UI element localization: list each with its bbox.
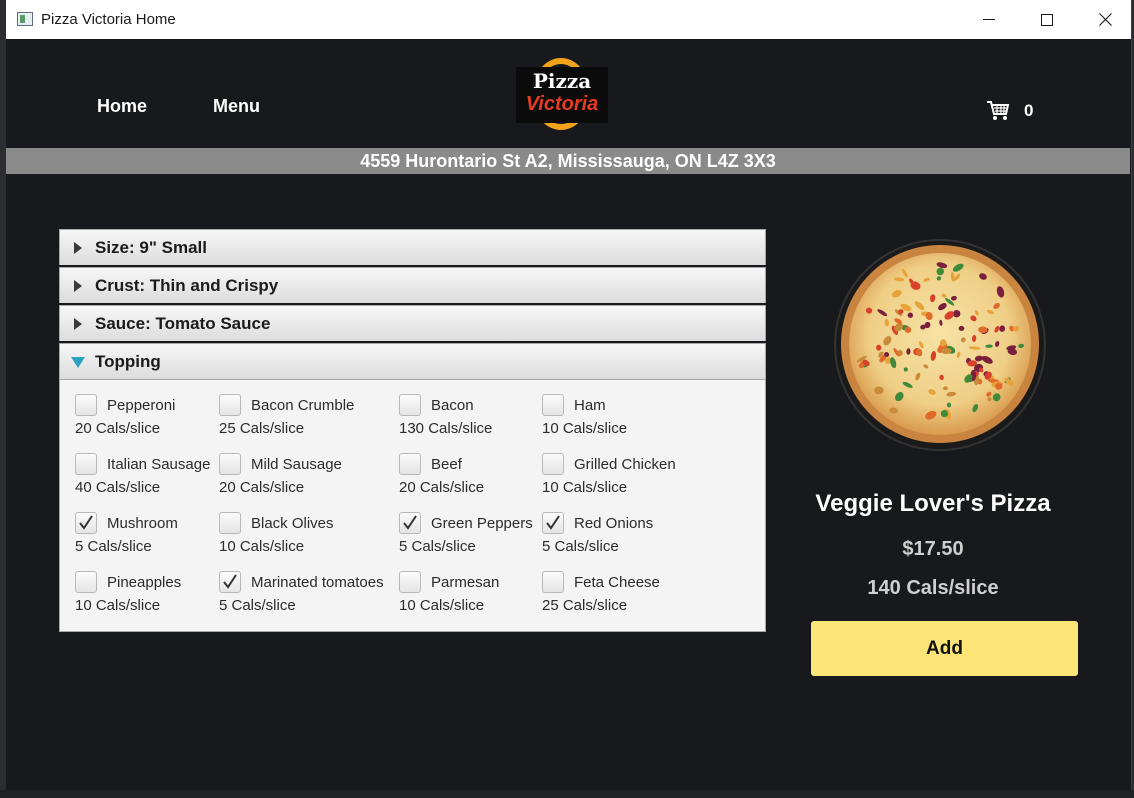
- topping-calories: 5 Cals/slice: [542, 538, 619, 555]
- checkmark-icon: [79, 515, 93, 530]
- collapsed-arrow-icon: [74, 242, 82, 254]
- topping-calories: 10 Cals/slice: [542, 479, 628, 496]
- topping-pane-header[interactable]: Topping: [59, 343, 766, 379]
- checkmark-icon: [546, 515, 560, 530]
- topping-name[interactable]: Pepperoni: [107, 397, 175, 414]
- maximize-icon: [1041, 13, 1053, 26]
- topping-name[interactable]: Bacon Crumble: [251, 397, 354, 414]
- title-bar: Pizza Victoria Home: [6, 0, 1131, 39]
- product-name: Veggie Lover's Pizza: [815, 490, 1051, 517]
- topping-checkbox[interactable]: [542, 453, 564, 475]
- topping-calories: 25 Cals/slice: [219, 420, 305, 437]
- collapsed-arrow-icon: [74, 280, 82, 292]
- add-to-cart-button[interactable]: Add: [811, 621, 1078, 676]
- topping-checkbox[interactable]: [542, 512, 564, 534]
- topping-checkbox[interactable]: [75, 571, 97, 593]
- close-button[interactable]: [1076, 0, 1134, 39]
- topping-name[interactable]: Beef: [431, 456, 462, 473]
- topping-item[interactable]: Ham 10 Cals/slice: [542, 394, 712, 444]
- product-calories: 140 Cals/slice: [867, 577, 999, 599]
- topping-item[interactable]: Feta Cheese 25 Cals/slice: [542, 571, 712, 621]
- maximize-button[interactable]: [1018, 0, 1076, 39]
- cart-icon[interactable]: [986, 100, 1010, 126]
- minimize-button[interactable]: [960, 0, 1018, 39]
- topping-name[interactable]: Feta Cheese: [574, 574, 660, 591]
- topping-checkbox[interactable]: [399, 512, 421, 534]
- pizza-options-accordion: Size: 9" Small Crust: Thin and Crispy Sa…: [59, 229, 766, 632]
- topping-calories: 10 Cals/slice: [399, 597, 485, 614]
- topping-checkbox[interactable]: [542, 394, 564, 416]
- background-strip: [0, 790, 1134, 798]
- topping-calories: 10 Cals/slice: [542, 420, 628, 437]
- pizza-victoria-logo[interactable]: Pizza Victoria: [516, 56, 608, 132]
- collapsed-arrow-icon: [74, 318, 82, 330]
- topping-name[interactable]: Ham: [574, 397, 606, 414]
- topping-calories: 20 Cals/slice: [399, 479, 485, 496]
- topping-calories: 130 Cals/slice: [399, 420, 493, 437]
- topping-checkbox[interactable]: [219, 571, 241, 593]
- topping-checkbox[interactable]: [75, 453, 97, 475]
- topping-checkbox[interactable]: [75, 512, 97, 534]
- topping-item[interactable]: Marinated tomatoes 5 Cals/slice: [219, 571, 389, 621]
- topping-calories: 25 Cals/slice: [542, 597, 628, 614]
- topping-name[interactable]: Green Peppers: [431, 515, 533, 532]
- crust-pane-header[interactable]: Crust: Thin and Crispy: [59, 267, 766, 303]
- topping-item[interactable]: Mild Sausage 20 Cals/slice: [219, 453, 389, 503]
- topping-calories: 10 Cals/slice: [219, 538, 305, 555]
- logo-text-line1: Pizza: [532, 69, 592, 93]
- minimize-icon: [983, 18, 995, 20]
- topping-name[interactable]: Marinated tomatoes: [251, 574, 384, 591]
- topping-checkbox[interactable]: [399, 453, 421, 475]
- expanded-arrow-icon: [71, 357, 85, 368]
- topping-name[interactable]: Mild Sausage: [251, 456, 342, 473]
- checkmark-icon: [223, 574, 237, 589]
- topping-name[interactable]: Mushroom: [107, 515, 178, 532]
- topping-calories: 5 Cals/slice: [219, 597, 296, 614]
- topping-calories: 5 Cals/slice: [75, 538, 152, 555]
- topping-item[interactable]: Black Olives 10 Cals/slice: [219, 512, 389, 562]
- window-title: Pizza Victoria Home: [41, 11, 176, 28]
- topping-item[interactable]: Grilled Chicken 10 Cals/slice: [542, 453, 712, 503]
- topping-name[interactable]: Red Onions: [574, 515, 653, 532]
- store-address: 4559 Hurontario St A2, Mississauga, ON L…: [6, 148, 1130, 174]
- topping-calories: 10 Cals/slice: [75, 597, 161, 614]
- topping-checkbox[interactable]: [219, 512, 241, 534]
- topping-list: Pepperoni 20 Cals/slice Bacon Crumble 25 Ca…: [59, 379, 766, 632]
- topping-checkbox[interactable]: [542, 571, 564, 593]
- product-price: $17.50: [902, 538, 964, 560]
- nav-menu-link[interactable]: Menu: [213, 96, 260, 117]
- topping-name[interactable]: Italian Sausage: [107, 456, 210, 473]
- topping-name[interactable]: Parmesan: [431, 574, 499, 591]
- topping-name[interactable]: Black Olives: [251, 515, 334, 532]
- sauce-pane-header[interactable]: Sauce: Tomato Sauce: [59, 305, 766, 341]
- cart-count: 0: [1024, 101, 1034, 120]
- app-window-icon: [17, 12, 33, 26]
- checkmark-icon: [403, 515, 417, 530]
- topping-calories: 5 Cals/slice: [399, 538, 476, 555]
- topping-item[interactable]: Red Onions 5 Cals/slice: [542, 512, 712, 562]
- topping-name[interactable]: Bacon: [431, 397, 474, 414]
- topping-checkbox[interactable]: [399, 394, 421, 416]
- topping-calories: 40 Cals/slice: [75, 479, 161, 496]
- topping-name[interactable]: Grilled Chicken: [574, 456, 676, 473]
- topping-pane-title: Topping: [95, 352, 161, 371]
- topping-item[interactable]: Bacon Crumble 25 Cals/slice: [219, 394, 389, 444]
- close-icon: [1098, 13, 1112, 26]
- logo-text-line2: Victoria: [525, 93, 599, 115]
- size-pane-header[interactable]: Size: 9" Small: [59, 229, 766, 265]
- topping-calories: 20 Cals/slice: [219, 479, 305, 496]
- app-window: Pizza Victoria Home Home Menu Pizza Vict…: [6, 0, 1132, 790]
- topping-checkbox[interactable]: [219, 394, 241, 416]
- topping-name[interactable]: Pineapples: [107, 574, 181, 591]
- sauce-pane-title: Sauce: Tomato Sauce: [95, 314, 271, 333]
- topping-checkbox[interactable]: [399, 571, 421, 593]
- topping-checkbox[interactable]: [75, 394, 97, 416]
- size-pane-title: Size: 9" Small: [95, 238, 207, 257]
- topping-calories: 20 Cals/slice: [75, 420, 161, 437]
- crust-pane-title: Crust: Thin and Crispy: [95, 276, 279, 295]
- topping-checkbox[interactable]: [219, 453, 241, 475]
- nav-home-link[interactable]: Home: [97, 96, 147, 117]
- pizza-image: [834, 239, 1046, 451]
